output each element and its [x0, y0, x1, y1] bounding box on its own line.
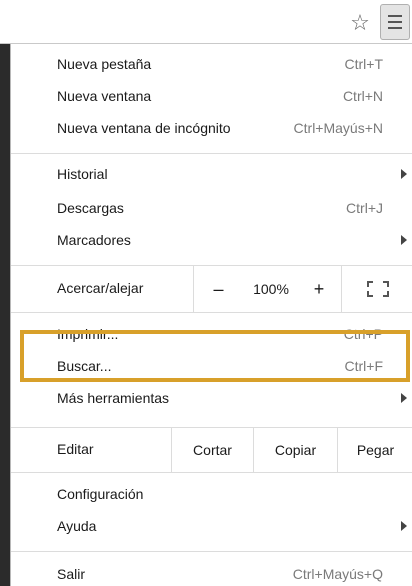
- menu-item-label: Nueva pestaña: [57, 56, 152, 72]
- menu-item-exit[interactable]: Salir Ctrl+Mayús+Q: [11, 558, 412, 586]
- star-icon[interactable]: ☆: [344, 8, 376, 38]
- menu-item-label: Más herramientas: [57, 390, 170, 406]
- menu-item-shortcut: Ctrl+T: [344, 56, 384, 72]
- menu-item-label: Imprimir...: [57, 326, 119, 342]
- cut-button[interactable]: Cortar: [171, 428, 253, 472]
- menu-item-bookmarks[interactable]: Marcadores: [11, 224, 412, 256]
- browser-menu: Nueva pestaña Ctrl+T Nueva ventana Ctrl+…: [10, 44, 412, 586]
- menu-divider: [11, 472, 412, 473]
- menu-bar-line: [388, 27, 402, 29]
- zoom-out-button[interactable]: –: [193, 266, 243, 312]
- menu-item-shortcut: Ctrl+J: [346, 200, 383, 216]
- zoom-level: 100%: [253, 281, 289, 297]
- copy-button[interactable]: Copiar: [253, 428, 337, 472]
- zoom-in-button[interactable]: +: [299, 266, 339, 312]
- menu-item-shortcut: Ctrl+P: [343, 326, 383, 342]
- menu-item-print[interactable]: Imprimir... Ctrl+P: [11, 318, 412, 350]
- edit-label: Editar: [57, 441, 94, 457]
- fullscreen-icon: [366, 281, 389, 297]
- menu-bar-line: [388, 15, 402, 17]
- menu-item-find[interactable]: Buscar... Ctrl+F: [11, 350, 412, 382]
- hamburger-menu-icon[interactable]: [380, 4, 410, 40]
- chevron-right-icon: [401, 169, 407, 179]
- menu-item-new-tab[interactable]: Nueva pestaña Ctrl+T: [11, 48, 412, 80]
- paste-button[interactable]: Pegar: [337, 428, 412, 472]
- menu-item-label: Buscar...: [57, 358, 112, 374]
- menu-item-shortcut: Ctrl+Mayús+N: [293, 120, 383, 136]
- menu-item-label: Nueva ventana de incógnito: [57, 120, 231, 136]
- menu-item-history[interactable]: Historial: [11, 158, 412, 190]
- menu-item-label: Nueva ventana: [57, 88, 152, 104]
- menu-item-shortcut: Ctrl+N: [342, 88, 383, 104]
- edit-row: Editar Cortar Copiar Pegar: [11, 428, 412, 472]
- browser-toolbar: ☆: [0, 0, 412, 44]
- menu-bar-line: [388, 21, 402, 23]
- fullscreen-button[interactable]: [341, 266, 412, 312]
- menu-item-label: Historial: [57, 166, 108, 182]
- menu-item-label: Descargas: [57, 200, 124, 216]
- menu-divider: [11, 551, 412, 552]
- menu-item-more-tools[interactable]: Más herramientas: [11, 382, 412, 414]
- menu-item-incognito[interactable]: Nueva ventana de incógnito Ctrl+Mayús+N: [11, 112, 412, 144]
- chevron-right-icon: [401, 393, 407, 403]
- menu-divider: [11, 153, 412, 154]
- menu-item-help[interactable]: Ayuda: [11, 510, 412, 542]
- chevron-right-icon: [401, 235, 407, 245]
- menu-item-label: Marcadores: [57, 232, 131, 248]
- menu-divider: [11, 312, 412, 313]
- zoom-row: Acercar/alejar – 100% +: [11, 266, 412, 312]
- menu-item-label: Salir: [57, 566, 86, 582]
- menu-item-label: Configuración: [57, 486, 144, 502]
- menu-item-downloads[interactable]: Descargas Ctrl+J: [11, 192, 412, 224]
- zoom-label: Acercar/alejar: [57, 280, 144, 296]
- menu-item-shortcut: Ctrl+Mayús+Q: [292, 566, 383, 582]
- menu-item-new-window[interactable]: Nueva ventana Ctrl+N: [11, 80, 412, 112]
- menu-item-settings[interactable]: Configuración: [11, 478, 412, 510]
- menu-item-shortcut: Ctrl+F: [344, 358, 384, 374]
- chevron-right-icon: [401, 521, 407, 531]
- menu-item-label: Ayuda: [57, 518, 97, 534]
